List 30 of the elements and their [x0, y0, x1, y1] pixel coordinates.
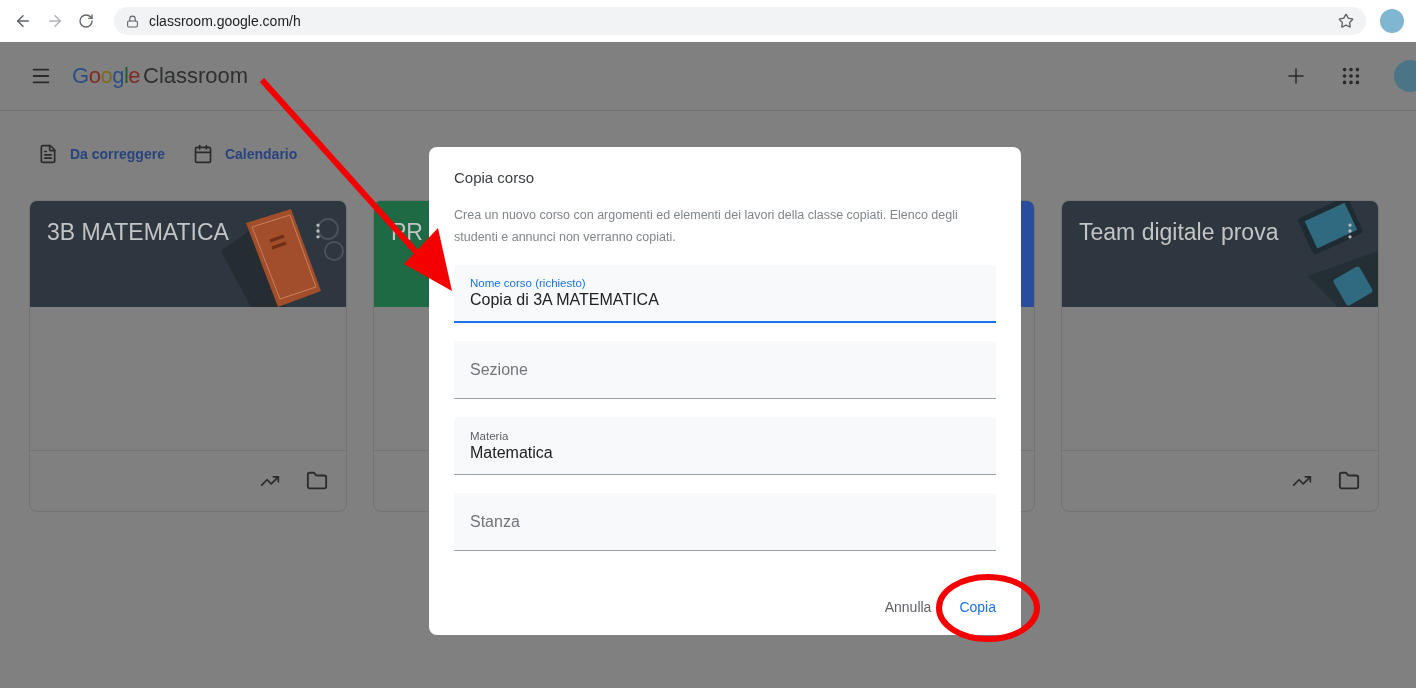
field-label: Materia	[470, 429, 509, 442]
star-icon[interactable]	[1338, 13, 1354, 29]
apps-icon[interactable]	[1340, 65, 1362, 87]
lock-icon	[126, 14, 139, 28]
text-field[interactable]: Stanza	[454, 493, 996, 551]
course-card[interactable]: 3B MATEMATICA	[29, 200, 347, 512]
copy-button[interactable]: Copia	[951, 591, 1004, 623]
text-input[interactable]: Stanza	[470, 512, 980, 531]
avatar[interactable]	[1380, 9, 1404, 33]
folder-icon[interactable]	[1338, 470, 1360, 492]
cancel-button[interactable]: Annulla	[876, 591, 940, 623]
dialog-description: Crea un nuovo corso con argomenti ed elementi dei lavori della classe copiati. Elenco degli studenti e annunci non verranno copiati.	[454, 207, 959, 246]
forward-icon[interactable]	[46, 12, 64, 30]
field-label: Nome corso (richiesto)	[470, 277, 586, 289]
text-input[interactable]: Copia di 3A MATEMATICA	[470, 291, 980, 309]
course-title[interactable]: Team digitale prova	[1079, 219, 1279, 246]
text-field[interactable]: Materia Matematica	[454, 417, 996, 475]
calendar-icon	[192, 144, 213, 164]
text-input[interactable]: Matematica	[470, 443, 980, 462]
text-field[interactable]: Nome corso (richiesto) Copia di 3A MATEMATICA	[454, 265, 996, 323]
text-input[interactable]: Sezione	[470, 360, 980, 379]
reload-icon[interactable]	[78, 13, 94, 29]
document-icon	[38, 144, 58, 164]
address-bar[interactable]: classroom.google.com/h	[114, 7, 1366, 35]
course-title[interactable]: 3B MATEMATICA	[47, 219, 229, 246]
text-field[interactable]: Sezione	[454, 341, 996, 399]
folder-icon[interactable]	[306, 470, 328, 492]
dialog-title: Copia corso	[454, 169, 536, 186]
back-icon[interactable]	[14, 12, 32, 30]
course-card[interactable]: Team digitale prova	[1061, 200, 1379, 512]
